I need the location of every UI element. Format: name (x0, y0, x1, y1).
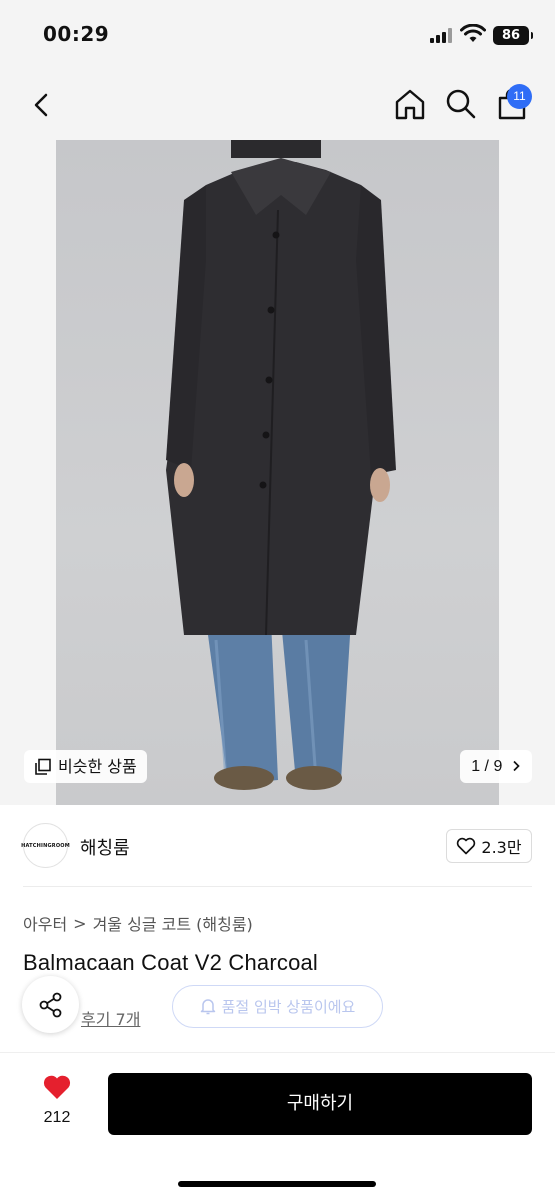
cart-count-badge: 11 (507, 84, 532, 109)
breadcrumb-category[interactable]: 아우터 (23, 911, 67, 935)
product-photo[interactable] (56, 140, 499, 805)
coat-illustration (166, 140, 396, 790)
favorite-count: 212 (43, 1109, 71, 1126)
breadcrumb: 아우터 > 겨울 싱글 코트 (해칭룸) (23, 911, 253, 935)
similar-products-button[interactable]: 비슷한 상품 (24, 750, 147, 783)
divider (23, 886, 532, 887)
search-icon[interactable] (445, 88, 477, 120)
chevron-right-icon (513, 760, 520, 772)
wifi-icon (460, 24, 486, 42)
heart-outline-icon (457, 837, 476, 855)
similar-products-label: 비슷한 상품 (58, 757, 137, 776)
battery-indicator: 86 (493, 26, 533, 45)
breadcrumb-separator: > (73, 913, 87, 933)
product-title: Balmacaan Coat V2 Charcoal (23, 950, 319, 975)
signal-icon (430, 27, 454, 43)
top-nav: 11 (0, 70, 555, 140)
product-gallery[interactable]: 비슷한 상품 1 / 9 (0, 140, 555, 805)
heart-filled-icon[interactable] (42, 1073, 72, 1101)
brand-like-button[interactable]: 2.3만 (446, 829, 532, 863)
buy-button[interactable]: 구매하기 (108, 1073, 532, 1135)
soldout-notice: 품절 임박 상품이에요 (172, 985, 383, 1028)
brand-logo[interactable]: HATCHINGROOM (21, 823, 70, 868)
pager-text: 1 / 9 (471, 758, 503, 775)
share-button[interactable] (22, 976, 79, 1033)
home-icon[interactable] (393, 87, 427, 121)
brand-name[interactable]: 해칭룸 (80, 834, 130, 860)
share-icon (39, 992, 61, 1017)
back-icon[interactable] (28, 90, 56, 120)
bottom-action-bar: 212 구매하기 (0, 1052, 555, 1200)
brand-like-count: 2.3만 (481, 838, 522, 857)
status-bar: 00:29 86 (0, 0, 555, 70)
status-time: 00:29 (43, 22, 110, 46)
breadcrumb-subcategory[interactable]: 겨울 싱글 코트 (해칭룸) (93, 911, 253, 935)
review-link[interactable]: 후기 7개 (81, 1006, 140, 1030)
image-pager[interactable]: 1 / 9 (460, 750, 532, 783)
copy-icon (35, 758, 51, 775)
bell-icon (200, 999, 215, 1015)
home-indicator (178, 1181, 376, 1187)
soldout-notice-text: 품절 임박 상품이에요 (221, 998, 356, 1016)
